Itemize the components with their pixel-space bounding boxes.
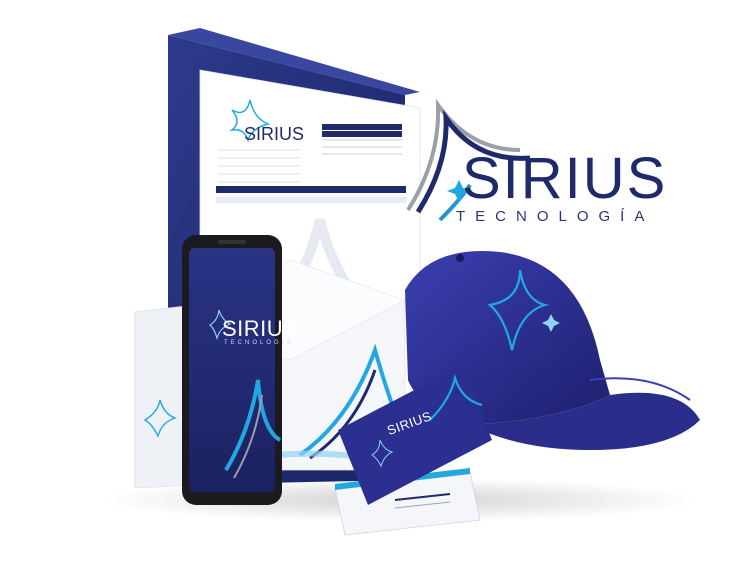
- phone-brand-name: SIRIUS: [222, 316, 299, 341]
- brand-name: SIRIUS: [462, 146, 668, 211]
- svg-text:SIRIUS: SIRIUS: [244, 124, 304, 144]
- smartphone: [182, 235, 282, 505]
- branding-mockup-scene: SIRIUS: [100, 28, 700, 536]
- brand-tagline: TECNOLOGÍA: [456, 208, 655, 225]
- phone-brand-tagline: TECNOLOGÍA: [224, 340, 294, 346]
